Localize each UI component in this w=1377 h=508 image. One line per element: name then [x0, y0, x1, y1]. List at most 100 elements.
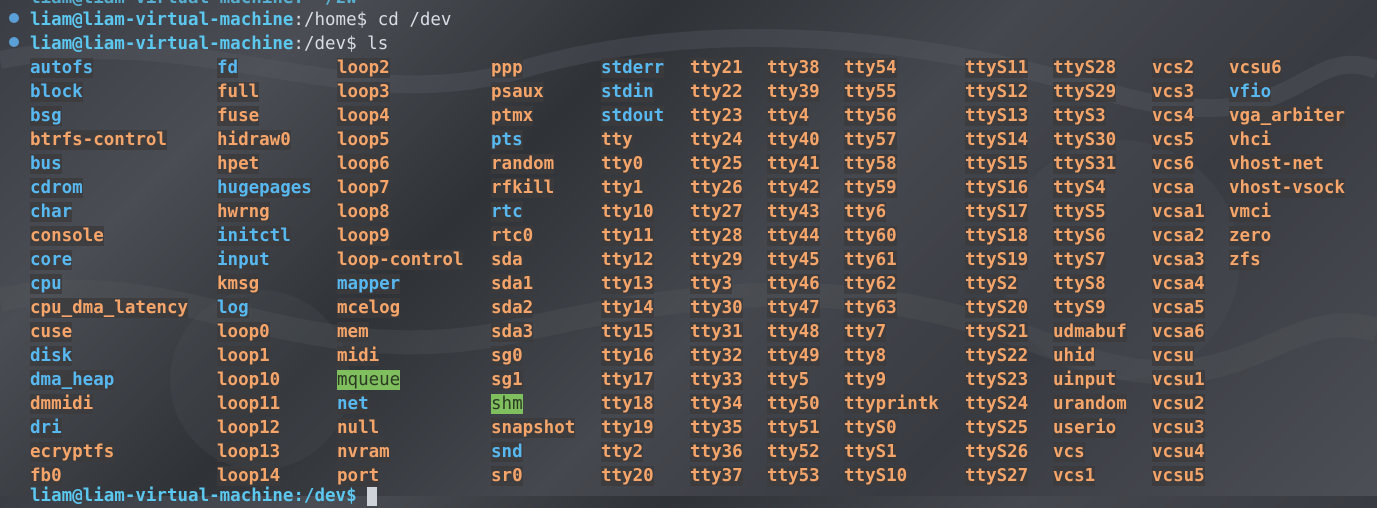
file-entry: bsg	[30, 106, 62, 126]
file-entry: psaux	[491, 82, 544, 102]
file-entry: tty38	[767, 58, 820, 78]
file-entry: tty60	[844, 226, 897, 246]
file-entry: vfio	[1229, 82, 1272, 102]
file-entry: btrfs-control	[30, 130, 167, 150]
file-entry: ttyS13	[965, 106, 1029, 126]
file-entry: vhost-vsock	[1229, 178, 1345, 198]
file-entry: dri	[30, 418, 62, 438]
file-entry: urandom	[1053, 394, 1127, 414]
file-entry: tty61	[844, 250, 897, 270]
file-entry: hwrng	[217, 202, 270, 222]
file-entry: tty23	[690, 106, 743, 126]
file-entry: tty7	[844, 322, 887, 342]
file-entry: ttyS19	[965, 250, 1029, 270]
file-entry: ttyS20	[965, 298, 1029, 318]
file-entry: vcsa5	[1152, 298, 1205, 318]
file-entry: ttyS16	[965, 178, 1029, 198]
file-entry: tty12	[601, 250, 654, 270]
file-entry: tty40	[767, 130, 820, 150]
prompt-user-host: liam@liam-virtual-machine	[30, 34, 294, 54]
file-entry: tty17	[601, 370, 654, 390]
file-entry: loop-control	[337, 250, 464, 270]
command-text: cd /dev	[367, 10, 452, 30]
file-entry: uhid	[1053, 346, 1096, 366]
file-entry: tty51	[767, 418, 820, 438]
file-entry: ttyS12	[965, 82, 1029, 102]
file-entry: vcsa4	[1152, 274, 1205, 294]
file-entry: tty8	[844, 346, 887, 366]
file-entry: snd	[491, 442, 523, 462]
file-entry: udmabuf	[1053, 322, 1127, 342]
file-entry: ttyS2	[965, 274, 1018, 294]
current-prompt-line[interactable]: liam@liam-virtual-machine:/dev$	[30, 484, 378, 508]
file-entry: tty1	[601, 178, 644, 198]
file-entry: ttyS4	[1053, 178, 1106, 198]
file-entry: vhost-net	[1229, 154, 1324, 174]
file-entry: tty50	[767, 394, 820, 414]
prompt-line: liam@liam-virtual-machine:/home$ cd /dev	[30, 8, 451, 32]
file-entry: net	[337, 394, 369, 414]
file-entry: tty5	[767, 370, 810, 390]
file-entry: loop0	[217, 322, 270, 342]
file-entry: tty26	[690, 178, 743, 198]
file-entry: tty44	[767, 226, 820, 246]
file-entry: ttyS21	[965, 322, 1029, 342]
file-entry: ttyS26	[965, 442, 1029, 462]
file-entry: vcsa2	[1152, 226, 1205, 246]
file-entry: tty28	[690, 226, 743, 246]
prompt-marker-icon	[9, 13, 19, 23]
file-entry: tty53	[767, 466, 820, 486]
file-entry: vcs2	[1152, 58, 1195, 78]
file-entry: tty32	[690, 346, 743, 366]
text-cursor	[367, 486, 378, 506]
file-entry: tty31	[690, 322, 743, 342]
file-entry: stderr	[601, 58, 665, 78]
file-entry: random	[491, 154, 555, 174]
file-entry: char	[30, 202, 73, 222]
file-entry: cuse	[30, 322, 73, 342]
command-text: ls	[356, 34, 389, 54]
file-entry: vcsu1	[1152, 370, 1205, 390]
file-entry: tty37	[690, 466, 743, 486]
file-entry: tty24	[690, 130, 743, 150]
file-entry: nvram	[337, 442, 390, 462]
file-entry: tty14	[601, 298, 654, 318]
file-entry: loop8	[337, 202, 390, 222]
file-entry: ttyS31	[1053, 154, 1117, 174]
file-entry: vcsa1	[1152, 202, 1205, 222]
file-entry: vcs6	[1152, 154, 1195, 174]
file-entry: ttyS9	[1053, 298, 1106, 318]
file-entry: tty10	[601, 202, 654, 222]
file-entry: ttyS5	[1053, 202, 1106, 222]
file-entry: mapper	[337, 274, 401, 294]
file-entry: vcsu	[1152, 346, 1195, 366]
file-entry: tty52	[767, 442, 820, 462]
file-entry: loop9	[337, 226, 390, 246]
file-entry: tty4	[767, 106, 810, 126]
file-entry: tty57	[844, 130, 897, 150]
file-entry: vcs5	[1152, 130, 1195, 150]
file-entry: mem	[337, 322, 369, 342]
file-entry: autofs	[30, 58, 94, 78]
file-entry: tty19	[601, 418, 654, 438]
file-entry: ptmx	[491, 106, 534, 126]
file-entry: console	[30, 226, 104, 246]
file-entry: initctl	[217, 226, 291, 246]
file-entry: loop7	[337, 178, 390, 198]
file-entry: fuse	[217, 106, 260, 126]
file-entry: stdin	[601, 82, 654, 102]
file-entry: tty48	[767, 322, 820, 342]
file-entry: ttyS3	[1053, 106, 1106, 126]
file-entry: loop10	[217, 370, 281, 390]
prompt-path: :/home$	[293, 10, 368, 30]
file-entry: ttyS17	[965, 202, 1029, 222]
prompt-line: liam@liam-virtual-machine:/dev$ ls	[30, 32, 388, 56]
file-entry: zfs	[1229, 250, 1261, 270]
file-entry: vcs3	[1152, 82, 1195, 102]
file-entry: ttyS29	[1053, 82, 1117, 102]
file-entry: vhci	[1229, 130, 1272, 150]
file-entry: sg0	[491, 346, 523, 366]
file-entry: uinput	[1053, 370, 1117, 390]
file-entry: sda3	[491, 322, 534, 342]
file-entry: stdout	[601, 106, 665, 126]
